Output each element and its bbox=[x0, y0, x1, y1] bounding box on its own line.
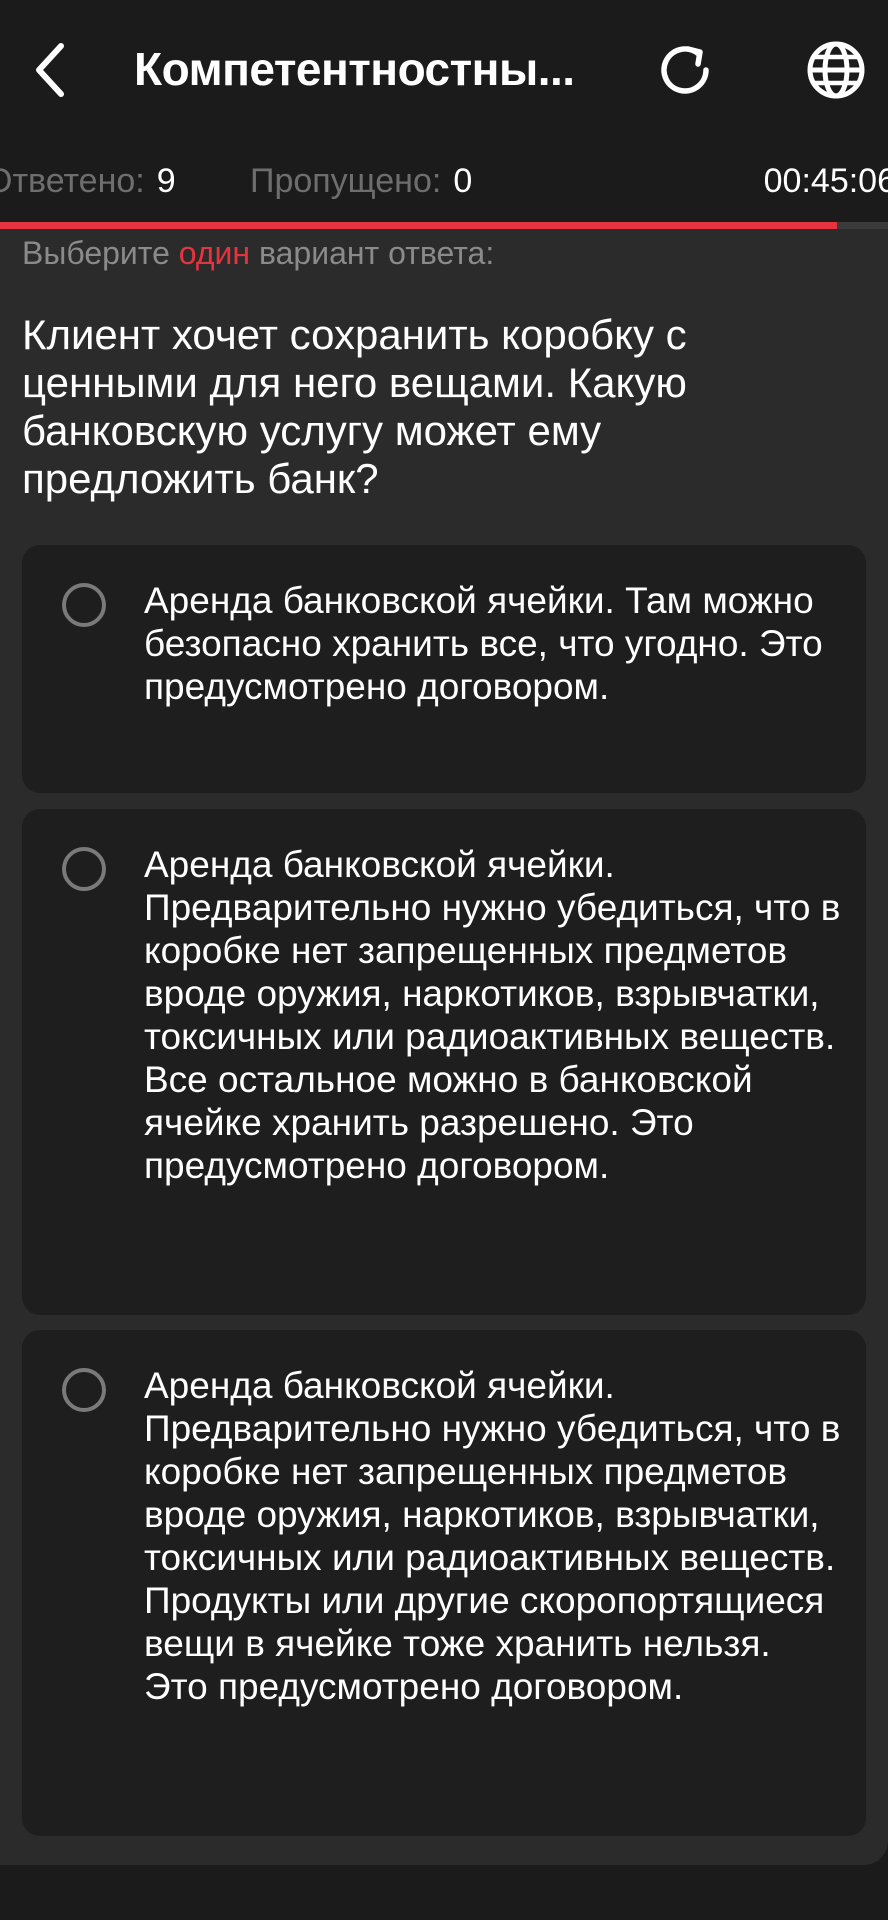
globe-icon bbox=[807, 41, 865, 99]
answer-option-3[interactable]: Аренда банковской ячейки. Предварительно… bbox=[22, 1330, 866, 1836]
radio-button[interactable] bbox=[62, 847, 106, 891]
refresh-button[interactable] bbox=[650, 32, 722, 108]
instruction-accent: один bbox=[178, 235, 251, 271]
answer-option-1[interactable]: Аренда банковской ячейки. Там можно безо… bbox=[22, 545, 866, 793]
answered-value: 9 bbox=[156, 162, 176, 200]
timer: 00:45:06 bbox=[763, 162, 888, 200]
refresh-icon bbox=[661, 46, 709, 94]
answered-label: Ответено: bbox=[0, 162, 145, 200]
skipped-value: 0 bbox=[453, 162, 473, 200]
language-button[interactable] bbox=[798, 32, 874, 108]
instruction-prefix: Выберите bbox=[22, 235, 170, 271]
instruction-text: Выберите один вариант ответа: bbox=[22, 235, 494, 272]
back-button[interactable] bbox=[18, 30, 82, 110]
top-app-bar: Компетентностны... bbox=[0, 0, 888, 140]
skipped-label: Пропущено: bbox=[250, 162, 442, 200]
question-panel: Выберите один вариант ответа: Клиент хоч… bbox=[0, 229, 888, 1865]
answer-option-text: Аренда банковской ячейки. Предварительно… bbox=[144, 1365, 841, 1707]
instruction-suffix: вариант ответа: bbox=[258, 235, 495, 271]
answer-option-text: Аренда банковской ячейки. Предварительно… bbox=[144, 844, 841, 1186]
chevron-left-icon bbox=[36, 43, 64, 97]
radio-button[interactable] bbox=[62, 583, 106, 627]
answer-option-text: Аренда банковской ячейки. Там можно безо… bbox=[144, 580, 823, 707]
question-text: Клиент хочет сохранить коробку с ценными… bbox=[22, 311, 687, 502]
radio-button[interactable] bbox=[62, 1368, 106, 1412]
progress-fill bbox=[0, 222, 838, 229]
quiz-stats-bar: Ответено: 9 Пропущено: 0 00:45:06 bbox=[0, 140, 888, 222]
answer-option-2[interactable]: Аренда банковской ячейки. Предварительно… bbox=[22, 809, 866, 1315]
page-title: Компетентностны... bbox=[134, 43, 575, 95]
answered-counter: Ответено: 9 bbox=[0, 162, 176, 201]
skipped-counter: Пропущено: 0 bbox=[250, 162, 472, 201]
progress-bar bbox=[0, 222, 888, 229]
